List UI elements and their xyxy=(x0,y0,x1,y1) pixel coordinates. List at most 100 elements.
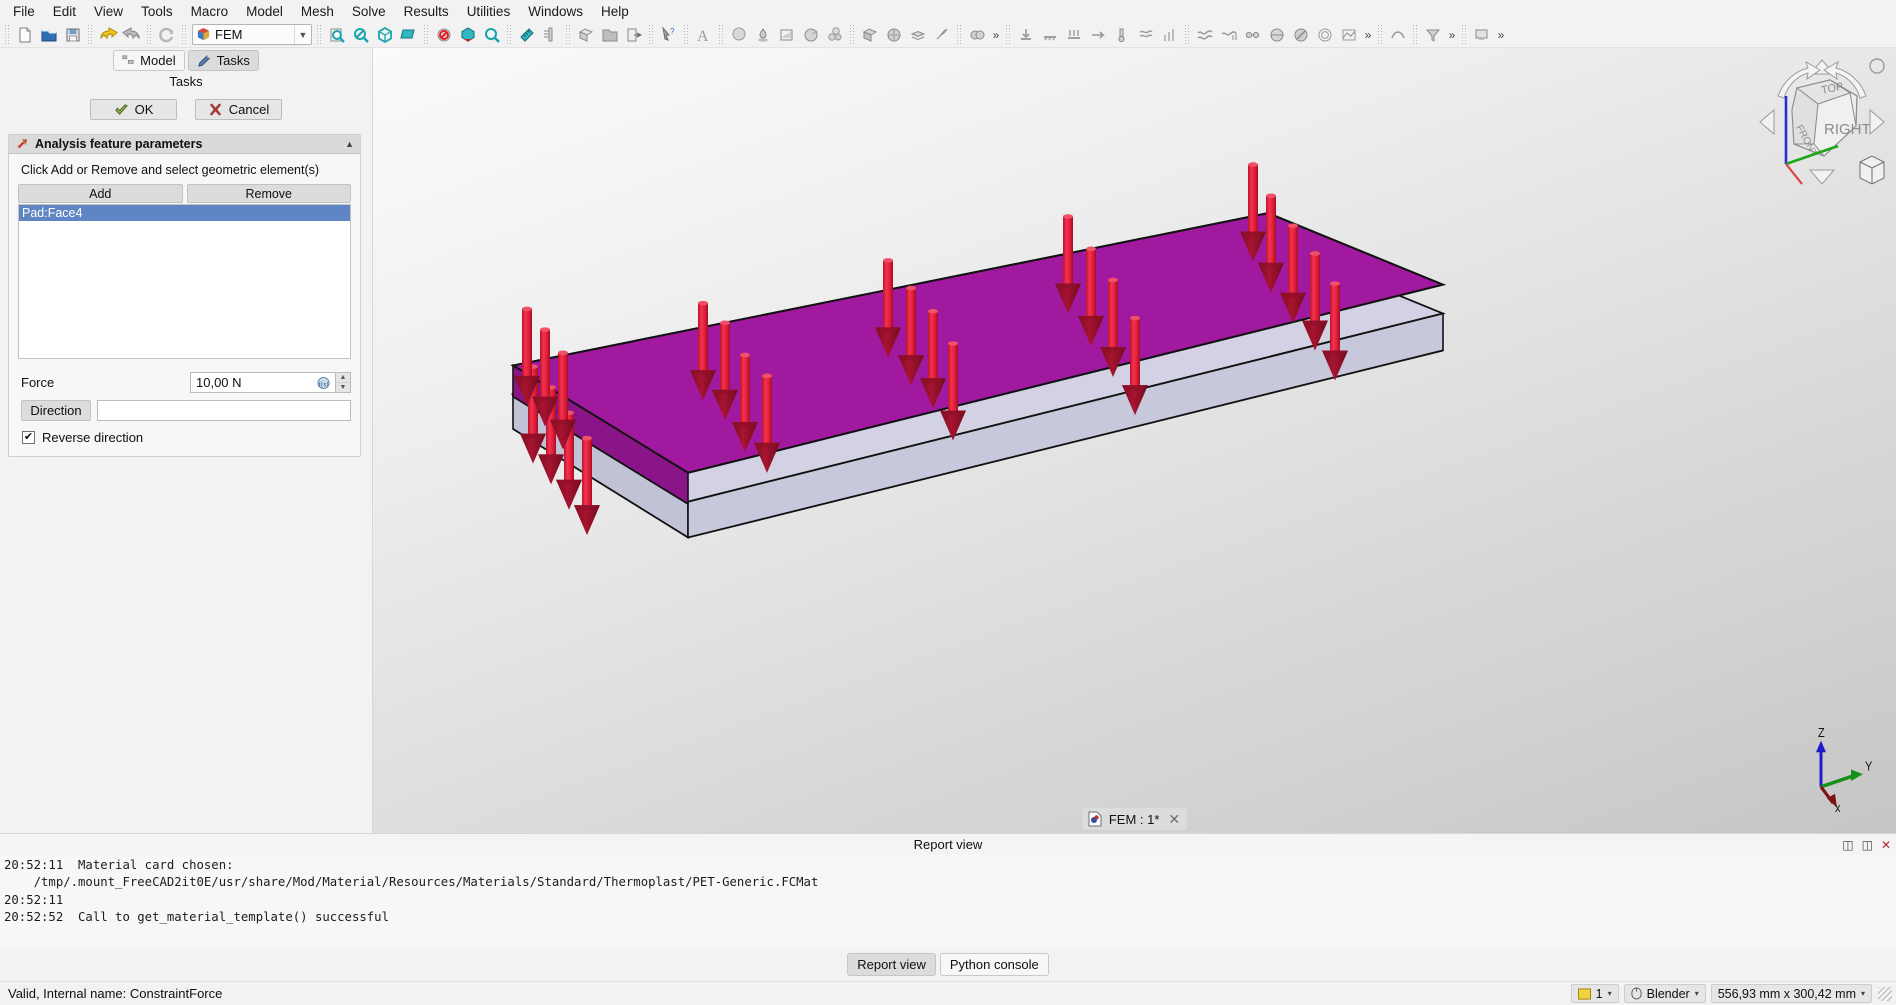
draw-style-icon[interactable] xyxy=(397,23,421,47)
chevron-up-icon[interactable]: ▲ xyxy=(345,139,354,149)
resize-grip[interactable] xyxy=(1878,986,1892,1001)
remove-button[interactable]: Remove xyxy=(186,184,351,203)
new-document-icon[interactable] xyxy=(13,23,37,47)
contours-icon[interactable] xyxy=(1313,23,1337,47)
electro-icon[interactable] xyxy=(1158,23,1182,47)
undo-arrow-icon[interactable] xyxy=(96,23,120,47)
plug-icon[interactable] xyxy=(799,23,823,47)
constraint-pressure-icon[interactable] xyxy=(1062,23,1086,47)
measure-ruler-icon[interactable] xyxy=(515,23,539,47)
menu-macro[interactable]: Macro xyxy=(182,2,238,21)
force-stepper[interactable]: ▲ ▼ xyxy=(335,372,351,393)
toolbar-grip-15[interactable] xyxy=(1184,24,1191,45)
navigation-style-selector[interactable]: Blender ▾ xyxy=(1623,984,1706,1003)
whats-this-icon[interactable]: ? xyxy=(657,23,681,47)
tab-tasks[interactable]: Tasks xyxy=(187,50,259,71)
menu-utilities[interactable]: Utilities xyxy=(458,2,520,21)
workbench-selector[interactable]: FEM ▼ xyxy=(192,24,312,45)
direction-button[interactable]: Direction xyxy=(21,400,91,421)
toolbar-grip-10[interactable] xyxy=(683,24,690,45)
menu-mesh[interactable]: Mesh xyxy=(292,2,343,21)
toolbar-grip-17[interactable] xyxy=(1412,24,1419,45)
toolbar-grip[interactable] xyxy=(4,24,11,45)
save-icon[interactable] xyxy=(61,23,85,47)
post-pipeline-icon[interactable] xyxy=(1241,23,1265,47)
menu-view[interactable]: View xyxy=(85,2,132,21)
monitor-icon[interactable] xyxy=(1470,23,1494,47)
menu-file[interactable]: File xyxy=(4,2,44,21)
folder-icon[interactable] xyxy=(598,23,622,47)
constraint-icon[interactable] xyxy=(965,23,989,47)
result-icon[interactable] xyxy=(1193,23,1217,47)
chevron-down-icon[interactable]: ▾ xyxy=(1695,989,1699,998)
menu-solve[interactable]: Solve xyxy=(343,2,395,21)
constraint-displacement-icon[interactable] xyxy=(1086,23,1110,47)
tab-python-console[interactable]: Python console xyxy=(939,953,1049,976)
isometric-view-icon[interactable] xyxy=(373,23,397,47)
toolbar-grip-9[interactable] xyxy=(648,24,655,45)
stepper-up-icon[interactable]: ▲ xyxy=(336,373,350,383)
float-icon[interactable]: ◫ xyxy=(1862,838,1873,852)
material-drop-icon[interactable] xyxy=(751,23,775,47)
no-selection-icon[interactable] xyxy=(432,23,456,47)
constraint-temperature-icon[interactable] xyxy=(1110,23,1134,47)
rocket-icon[interactable] xyxy=(930,23,954,47)
toolbar-overflow-1[interactable]: » xyxy=(989,24,1003,46)
data-along-line-icon[interactable] xyxy=(1337,23,1361,47)
mesh-box-icon[interactable] xyxy=(858,23,882,47)
refresh-icon[interactable] xyxy=(155,23,179,47)
toolbar-grip-7[interactable] xyxy=(506,24,513,45)
menu-edit[interactable]: Edit xyxy=(44,2,85,21)
toolbar-grip-8[interactable] xyxy=(565,24,572,45)
references-list[interactable]: Pad:Face4 xyxy=(18,204,351,359)
viewport-dimension-selector[interactable]: 556,93 mm x 300,42 mm ▾ xyxy=(1710,984,1872,1003)
force-input[interactable]: 10,00 N f(x) xyxy=(190,372,335,393)
menu-tools[interactable]: Tools xyxy=(132,2,182,21)
restore-icon[interactable]: ◫ xyxy=(1842,838,1853,852)
expression-editor-icon[interactable]: f(x) xyxy=(317,376,330,389)
flow-icon[interactable] xyxy=(1134,23,1158,47)
report-log[interactable]: 20:52:11 Material card chosen: /tmp/.mou… xyxy=(0,855,1896,949)
export-icon[interactable] xyxy=(622,23,646,47)
direction-field[interactable] xyxy=(97,400,351,421)
group-header[interactable]: Analysis feature parameters ▲ xyxy=(9,135,360,154)
toolbar-grip-6[interactable] xyxy=(423,24,430,45)
toolbar-grip-3[interactable] xyxy=(146,24,153,45)
toolbar-grip-2[interactable] xyxy=(87,24,94,45)
spheres-icon[interactable] xyxy=(823,23,847,47)
menu-windows[interactable]: Windows xyxy=(519,2,592,21)
close-panel-icon[interactable]: ✕ xyxy=(1881,838,1891,852)
cut-icon[interactable] xyxy=(1289,23,1313,47)
reverse-direction-checkbox[interactable]: ✔ xyxy=(22,431,35,444)
caliper-icon[interactable] xyxy=(539,23,563,47)
zoom-refresh-icon[interactable] xyxy=(480,23,504,47)
mesh-refine-icon[interactable] xyxy=(882,23,906,47)
tab-model[interactable]: Model xyxy=(113,50,185,71)
stepper-down-icon[interactable]: ▼ xyxy=(336,383,350,392)
fit-all-icon[interactable] xyxy=(325,23,349,47)
redo-arrow-icon[interactable] xyxy=(120,23,144,47)
filter-icon[interactable] xyxy=(1421,23,1445,47)
document-tab-fem[interactable]: FEM : 1* ✕ xyxy=(1081,808,1188,830)
layer-selector[interactable]: 1 ▾ xyxy=(1570,984,1619,1003)
toolbar-grip-5[interactable] xyxy=(316,24,323,45)
menu-help[interactable]: Help xyxy=(592,2,638,21)
warp-icon[interactable] xyxy=(1386,23,1410,47)
fit-selection-icon[interactable] xyxy=(349,23,373,47)
toolbar-overflow-3[interactable]: » xyxy=(1445,24,1459,46)
axonometric-icon[interactable] xyxy=(456,23,480,47)
toolbar-overflow-4[interactable]: » xyxy=(1494,24,1508,46)
toolbar-grip-14[interactable] xyxy=(1005,24,1012,45)
menu-results[interactable]: Results xyxy=(395,2,458,21)
shape-icon[interactable] xyxy=(775,23,799,47)
layers-icon[interactable] xyxy=(906,23,930,47)
toolbar-grip-12[interactable] xyxy=(849,24,856,45)
3d-scene[interactable]: Z Y x xyxy=(373,48,1896,833)
list-item[interactable]: Pad:Face4 xyxy=(19,205,350,221)
menu-model[interactable]: Model xyxy=(237,2,292,21)
chevron-down-icon[interactable]: ▾ xyxy=(1861,989,1865,998)
part-box-icon[interactable] xyxy=(574,23,598,47)
chevron-down-icon[interactable]: ▾ xyxy=(1608,989,1612,998)
tab-report-view[interactable]: Report view xyxy=(847,953,936,976)
open-folder-icon[interactable] xyxy=(37,23,61,47)
